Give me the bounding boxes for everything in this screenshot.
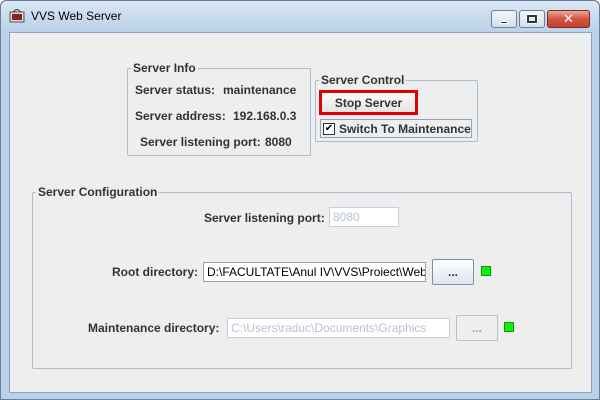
root-directory-browse-button[interactable]: ... <box>432 259 474 285</box>
switch-to-maintenance-label: Switch To Maintenance <box>339 122 471 136</box>
server-status-value: maintenance <box>223 83 297 97</box>
root-directory-status-indicator <box>481 266 491 276</box>
server-port-value: 8080 <box>265 135 292 149</box>
server-control-legend: Server Control <box>321 73 405 87</box>
maximize-button[interactable] <box>519 10 545 28</box>
client-area: Server Info Server status: maintenance S… <box>9 32 592 393</box>
app-window: VVS Web Server ✕ Server Info Server stat… <box>0 0 600 400</box>
server-port-label: Server listening port: <box>140 135 261 149</box>
stop-server-button[interactable]: Stop Server <box>319 90 418 115</box>
server-info-legend: Server Info <box>133 61 196 75</box>
close-icon: ✕ <box>563 11 574 27</box>
minimize-button[interactable] <box>491 10 517 28</box>
server-configuration-legend: Server Configuration <box>38 185 158 199</box>
server-address-value: 192.168.0.3 <box>233 109 297 123</box>
app-icon <box>9 9 25 23</box>
root-directory-field[interactable]: D:\FACULTATE\Anul IV\VVS\Proiect\Web <box>203 262 426 282</box>
minimize-icon <box>500 20 508 24</box>
root-directory-label: Root directory: <box>112 265 199 279</box>
maintenance-directory-browse-button[interactable]: ... <box>456 315 498 341</box>
maintenance-directory-field[interactable]: C:\Users\raduc\Documents\Graphics <box>227 318 450 338</box>
close-button[interactable]: ✕ <box>547 10 590 28</box>
switch-to-maintenance-checkbox[interactable]: ✔ Switch To Maintenance <box>320 119 472 138</box>
server-address-label: Server address: <box>135 109 226 123</box>
server-status-label: Server status: <box>135 83 216 97</box>
config-port-label: Server listening port: <box>204 211 325 225</box>
maintenance-directory-label: Maintenance directory: <box>88 321 220 335</box>
config-port-field[interactable]: 8080 <box>329 207 399 227</box>
window-title: VVS Web Server <box>31 9 122 23</box>
maximize-icon <box>526 14 538 24</box>
title-bar[interactable]: VVS Web Server ✕ <box>1 1 599 31</box>
checkbox-check-icon[interactable]: ✔ <box>323 123 335 135</box>
maintenance-directory-status-indicator <box>504 322 514 332</box>
